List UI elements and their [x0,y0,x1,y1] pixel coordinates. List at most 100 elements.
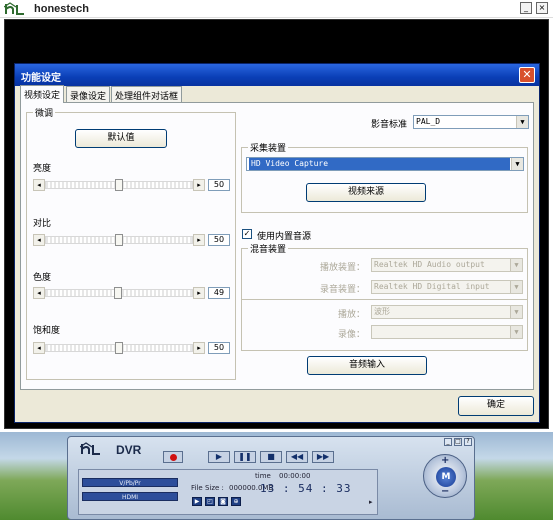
record-button[interactable] [163,451,183,463]
volume-control[interactable]: + M − [423,454,467,498]
record-device-value: Realtek HD Digital input [374,282,490,291]
close-app-button[interactable]: × [536,2,548,14]
playback-device-label: 播放装置： [320,263,366,273]
playback-select[interactable]: 波形 ▼ [371,305,523,319]
video-standard-value: PAL_D [416,117,441,126]
pause-button[interactable]: ❚❚ [234,451,256,463]
stop-button[interactable]: ■ [260,451,282,463]
audio-input-button[interactable]: 音频输入 [307,356,427,375]
volume-down-icon[interactable]: − [441,486,449,497]
rewind-button[interactable]: ◀◀ [286,451,308,463]
dvr-control-bar: _ □ ? DVR ▶ ❚❚ ■ ◀◀ ▶▶ V/Pb/Pr HDMI time… [67,436,475,520]
playback-label: 播放： [338,310,366,320]
brightness-label: 亮度 [33,164,52,174]
mixer-group: 混音装置 播放装置： Realtek HD Audio output ▼ 录音装… [241,242,528,351]
slider-left-arrow-icon[interactable]: ◂ [33,342,45,354]
snapshot-icon[interactable]: ◙ [218,497,228,506]
slider-thumb[interactable] [115,179,123,191]
clock-display: 13 : 54 : 33 [260,482,352,495]
arrow-right-icon[interactable]: ▸ [369,498,373,506]
record-label: 录像： [338,330,366,340]
ok-button[interactable]: 确定 [458,396,534,416]
slider-right-arrow-icon[interactable]: ▸ [193,287,205,299]
play-small-icon[interactable]: ▶ [192,497,202,506]
dialog-title-bar: 功能设定 ✕ [15,64,539,86]
dvr-title: DVR [116,443,142,457]
capture-icon[interactable]: ◰ [205,497,215,506]
video-standard-select[interactable]: PAL_D ▼ [413,115,529,129]
default-values-button[interactable]: 默认值 [75,129,167,148]
slider-right-arrow-icon[interactable]: ▸ [193,342,205,354]
dvr-help-button[interactable]: ? [464,438,472,446]
tab-filter-dialogs[interactable]: 处理组件对话框 [111,86,183,102]
forward-button[interactable]: ▶▶ [312,451,334,463]
mixer-divider [242,299,527,300]
hue-label: 色度 [33,273,52,283]
file-size-label: File Size : [191,484,224,492]
chevron-down-icon[interactable]: ▼ [511,158,523,170]
dialog-close-button[interactable]: ✕ [519,67,535,83]
slider-left-arrow-icon[interactable]: ◂ [33,179,45,191]
slider-right-arrow-icon[interactable]: ▸ [193,179,205,191]
honestech-logo-icon [80,442,100,455]
minimize-button[interactable]: _ [520,2,532,14]
contrast-value: 50 [208,234,230,246]
chevron-down-icon[interactable]: ▼ [510,306,522,318]
saturation-slider[interactable]: ◂ ▸ [33,342,205,354]
playback-device-select[interactable]: Realtek HD Audio output ▼ [371,258,523,272]
slider-thumb[interactable] [115,342,123,354]
use-builtin-audio-label: 使用内置音源 [257,232,312,242]
hue-slider[interactable]: ◂ ▸ [33,287,205,299]
time-value: 00:00:00 [279,472,311,480]
slider-left-arrow-icon[interactable]: ◂ [33,287,45,299]
chevron-down-icon[interactable]: ▼ [510,259,522,271]
dvr-info-panel: V/Pb/Pr HDMI time 00:00:00 File Size : 0… [78,469,378,515]
time-label: time [255,472,271,480]
honestech-logo-icon [4,2,24,15]
slider-thumb[interactable] [113,287,122,299]
dialog-title: 功能设定 [21,73,61,84]
play-button[interactable]: ▶ [208,451,230,463]
contrast-label: 对比 [33,219,52,229]
capture-device-value: HD Video Capture [249,158,510,170]
app-title-bar: honestech _ × [0,0,553,18]
saturation-label: 饱和度 [33,326,61,336]
tab-record-settings[interactable]: 录像设定 [66,86,111,102]
mute-button[interactable]: M [436,467,456,487]
settings-dialog: 功能设定 ✕ 视频设定 录像设定 处理组件对话框 微调 默认值 亮度 ◂ ▸ 5… [14,63,540,423]
record-device-label: 录音装置： [320,285,366,295]
fine-tune-group: 微调 默认值 亮度 ◂ ▸ 50 对比 ◂ ▸ 50 色度 ◂ ▸ 49 饱和度… [26,106,236,380]
chevron-down-icon[interactable]: ▼ [516,116,528,128]
use-builtin-audio-checkbox[interactable]: ✓ [242,229,252,239]
video-settings-panel: 微调 默认值 亮度 ◂ ▸ 50 对比 ◂ ▸ 50 色度 ◂ ▸ 49 饱和度… [20,102,534,390]
chevron-down-icon[interactable]: ▼ [510,326,522,338]
record-device-select[interactable]: Realtek HD Digital input ▼ [371,280,523,294]
fine-tune-label: 微调 [33,106,56,119]
tab-video-settings[interactable]: 视频设定 [20,85,65,103]
record-select[interactable]: ▼ [371,325,523,339]
app-name: honestech [34,3,90,15]
chevron-down-icon[interactable]: ▼ [510,281,522,293]
dvr-minimize-button[interactable]: _ [444,438,452,446]
slider-left-arrow-icon[interactable]: ◂ [33,234,45,246]
mixer-label: 混音装置 [248,242,289,255]
capture-device-label: 采集装置 [248,141,289,154]
hue-value: 49 [208,287,230,299]
capture-device-select[interactable]: HD Video Capture ▼ [246,157,524,171]
playback-device-value: Realtek HD Audio output [374,260,485,269]
video-source-button[interactable]: 视频来源 [306,183,426,202]
playback-value: 波形 [374,307,390,316]
zoom-icon[interactable]: ⊕ [231,497,241,506]
brightness-value: 50 [208,179,230,191]
dvr-restore-button[interactable]: □ [454,438,462,446]
input-mode-badge[interactable]: V/Pb/Pr [82,478,178,487]
contrast-slider[interactable]: ◂ ▸ [33,234,205,246]
slider-thumb[interactable] [115,234,123,246]
output-badge[interactable]: HDMI [82,492,178,501]
video-standard-label: 影音标准 [371,120,408,130]
volume-up-icon[interactable]: + [441,455,449,466]
record-icon [170,454,177,461]
slider-right-arrow-icon[interactable]: ▸ [193,234,205,246]
brightness-slider[interactable]: ◂ ▸ [33,179,205,191]
capture-device-group: 采集装置 HD Video Capture ▼ 视频来源 [241,141,528,213]
